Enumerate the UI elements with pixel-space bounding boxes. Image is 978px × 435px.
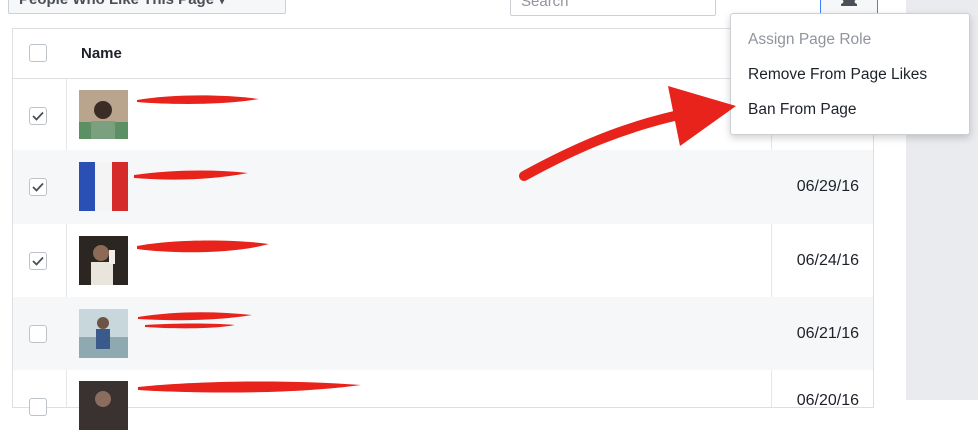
select-all-checkbox[interactable] (29, 44, 47, 62)
menu-item-remove-from-page-likes[interactable]: Remove From Page Likes (748, 66, 927, 84)
search-input[interactable] (511, 0, 715, 15)
redaction-mark (138, 312, 252, 329)
check-icon (32, 182, 44, 192)
row-checkbox[interactable] (29, 107, 47, 125)
redaction-mark (138, 381, 361, 393)
name-column-header[interactable]: Name (81, 45, 122, 62)
menu-item-assign-page-role: Assign Page Role (748, 31, 872, 48)
redaction-mark (134, 170, 248, 180)
row-checkbox[interactable] (29, 398, 47, 416)
table-row[interactable]: 06/24/16 (13, 224, 873, 297)
row-date: 06/21/16 (796, 325, 859, 342)
table-row[interactable]: 06/29/16 (13, 150, 873, 224)
avatar[interactable] (79, 90, 128, 139)
people-filter-dropdown[interactable]: People Who Like This Page ▾ (8, 0, 286, 14)
row-date: 06/24/16 (796, 252, 859, 269)
check-icon (32, 111, 44, 121)
menu-item-ban-from-page[interactable]: Ban From Page (748, 101, 857, 119)
row-date: 06/20/16 (796, 392, 859, 409)
settings-dropdown-menu: Assign Page Role Remove From Page Likes … (730, 13, 970, 135)
redaction-mark (137, 240, 269, 253)
table-row[interactable]: 06/21/16 (13, 297, 873, 370)
row-checkbox[interactable] (29, 325, 47, 343)
avatar[interactable] (79, 236, 128, 285)
avatar[interactable] (79, 309, 128, 358)
row-checkbox[interactable] (29, 178, 47, 196)
row-date: 06/29/16 (796, 178, 859, 195)
table-row[interactable]: 06/20/16 (13, 370, 873, 430)
redaction-mark (137, 95, 259, 104)
gear-icon (840, 0, 858, 11)
search-field[interactable] (510, 0, 716, 16)
avatar[interactable] (79, 162, 128, 211)
row-checkbox[interactable] (29, 252, 47, 270)
check-icon (32, 256, 44, 266)
avatar[interactable] (79, 381, 128, 430)
